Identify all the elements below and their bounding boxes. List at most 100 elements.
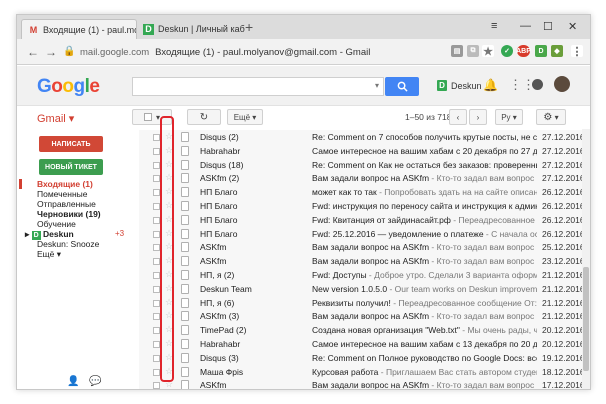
sidebar-item-starred[interactable]: Помеченные [37,189,88,199]
prev-page-button[interactable]: ‹ [449,109,467,125]
profile-icon[interactable]: ≡ [491,20,497,32]
deskun-status-icon[interactable] [181,283,189,294]
deskun-status-icon[interactable] [181,228,189,239]
table-row[interactable]: ☆ TimePad (2) Создана новая организация "W… [139,323,582,339]
bookmark-star-icon[interactable]: ★ [482,45,494,58]
sidebar-item-drafts[interactable]: Черновики (19) [37,209,101,219]
table-row[interactable]: ☆ ASKfm Вам задали вопрос на ASKfm - Кто-т… [139,240,582,256]
row-checkbox[interactable] [153,368,160,376]
more-button[interactable]: Ещё ▾ [227,109,263,125]
table-row[interactable]: ☆ ASKfm (2) Вам задали вопрос на ASKfm - К… [139,171,582,187]
deskun-status-icon[interactable] [181,242,189,253]
row-checkbox[interactable] [153,216,160,224]
table-row[interactable]: ☆ НП Благо Fwd: 25.12.2016 — уведомление о… [139,226,582,242]
row-checkbox[interactable] [153,203,160,210]
menu-icon[interactable]: ⋮ [571,45,583,58]
row-checkbox[interactable] [153,258,160,266]
sidebar-item-sent[interactable]: Отправленные [37,199,96,209]
tab-deskun[interactable]: D Deskun | Личный кабинет ✕ [137,19,245,39]
deskun-status-icon[interactable] [181,270,189,280]
deskun-status-icon[interactable] [181,201,189,211]
row-checkbox[interactable] [153,354,160,362]
row-checkbox[interactable] [153,313,160,321]
compose-button[interactable]: НАПИСАТЬ [39,136,103,152]
scrollbar[interactable] [582,129,590,389]
row-checkbox[interactable] [153,382,160,389]
adblock-icon[interactable]: ABP [516,45,531,57]
shield-icon[interactable]: ✓ [501,45,513,57]
deskun-status-icon[interactable] [181,380,189,389]
row-checkbox[interactable] [153,175,160,183]
deskun-status-icon[interactable] [181,187,189,198]
new-ticket-button[interactable]: НОВЫЙ ТИКЕТ [39,159,103,175]
refresh-button[interactable]: ↻ [187,109,221,125]
table-row[interactable]: ☆ Deskun Team New version 1.0.5.0 - Our te… [139,281,582,297]
row-checkbox[interactable] [153,341,160,348]
gmail-menu-label[interactable]: Gmail ▾ [37,112,74,125]
minimize-icon[interactable]: — [520,20,531,32]
deskun-status-icon[interactable] [181,145,189,156]
search-options-icon[interactable]: ▾ [375,81,379,90]
sidebar-item-more[interactable]: Ещё ▾ [37,249,61,260]
row-checkbox[interactable] [153,147,160,155]
screenshot-icon[interactable]: ⧉ [467,45,479,57]
table-row[interactable]: ☆ Disqus (2) Re: Comment on 7 способов пол… [139,130,582,145]
row-checkbox[interactable] [153,327,160,335]
page-icon[interactable]: ▤ [451,45,463,57]
deskun-status-icon[interactable] [181,311,189,322]
deskun-status-icon[interactable] [181,214,189,225]
extension-icon[interactable]: ◆ [551,45,563,57]
table-row[interactable]: ☆ НП Благо может как то так - Попробовать … [139,185,582,201]
row-checkbox[interactable] [153,244,160,252]
row-checkbox[interactable] [153,161,160,169]
google-logo[interactable]: Google [37,76,100,98]
close-window-icon[interactable]: ✕ [568,20,577,33]
avatar[interactable] [554,76,570,92]
deskun-status-icon[interactable] [181,297,189,308]
row-checkbox[interactable] [153,230,160,238]
table-row[interactable]: ☆ Disqus (18) Re: Comment on Как не остать… [139,157,582,173]
sidebar-item-learning[interactable]: Обучение [37,219,76,229]
table-row[interactable]: ☆ ASKfm Вам задали вопрос на ASKfm - Кто-т… [139,378,582,389]
maximize-icon[interactable]: ☐ [543,20,553,33]
table-row[interactable]: ☆ НП Благо Fwd: инструкция по переносу сай… [139,199,582,214]
bell-icon[interactable]: 🔔 [483,78,498,92]
table-row[interactable]: ☆ Habrahabr Самое интересное на вашим хаба… [139,337,582,352]
back-icon[interactable]: ← [27,45,39,59]
sidebar-item-inbox[interactable]: Входящие (1) [37,179,93,189]
deskun-status-icon[interactable] [181,256,189,267]
deskun-status-icon[interactable] [181,339,189,349]
notifications-icon[interactable] [532,79,543,90]
table-row[interactable]: ☆ ASKfm Вам задали вопрос на ASKfm - Кто-т… [139,254,582,270]
deskun-status-icon[interactable] [181,352,189,363]
deskun-status-icon[interactable] [181,173,189,184]
search-input[interactable]: ▾ [132,77,384,96]
sidebar-item-deskun-snooze[interactable]: Deskun: Snooze [37,239,99,249]
next-page-button[interactable]: › [469,109,487,125]
deskun-status-icon[interactable] [181,325,189,336]
person-icon[interactable]: 👤 [67,376,79,387]
deskun-extension-icon[interactable]: D [535,45,547,57]
row-checkbox[interactable] [153,189,160,197]
tab-gmail[interactable]: M Входящие (1) - paul.moly ✕ [21,19,137,39]
url-field[interactable]: mail.google.com Входящие (1) - paul.moly… [80,44,496,60]
table-row[interactable]: ☆ Disqus (3) Re: Comment on Полное руковод… [139,350,582,366]
language-button[interactable]: Ру ▾ [495,109,523,125]
deskun-status-icon[interactable] [181,366,189,377]
row-checkbox[interactable] [153,272,160,279]
deskun-status-icon[interactable] [181,159,189,170]
table-row[interactable]: ☆ ASKfm (3) Вам задали вопрос на ASKfm - К… [139,309,582,325]
deskun-header-button[interactable]: D Deskun [437,80,482,91]
settings-button[interactable]: ⚙ ▾ [536,109,566,125]
hangouts-icon[interactable]: 💬 [89,376,101,387]
table-row[interactable]: ☆ Маша Фрis Курсовая работа - Приглашаем В… [139,364,582,380]
row-checkbox[interactable] [153,134,160,141]
row-checkbox[interactable] [153,285,160,293]
table-row[interactable]: ☆ Habrahabr Самое интересное на вашим хаба… [139,143,582,159]
table-row[interactable]: ☆ НП, я (6) Реквизиты получил! - Переадрес… [139,295,582,311]
search-button[interactable] [385,77,419,96]
table-row[interactable]: ☆ НП, я (2) Fwd: Доступы - Доброе утро. Сд… [139,268,582,283]
row-checkbox[interactable] [153,299,160,307]
table-row[interactable]: ☆ НП Благо Fwd: Квитанция от зайдинасайт.р… [139,212,582,228]
deskun-status-icon[interactable] [181,132,189,142]
